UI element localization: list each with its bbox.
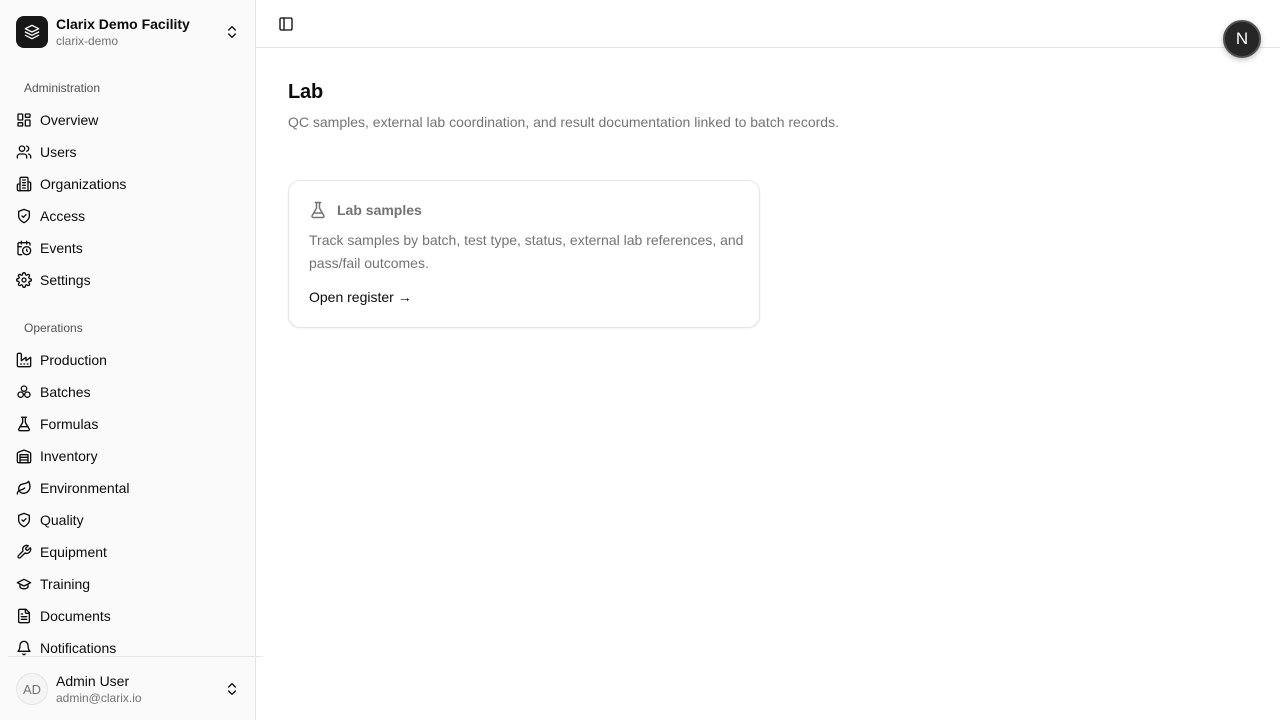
sidebar-item-notifications[interactable]: Notifications: [8, 632, 248, 656]
sidebar-item-label: Documents: [40, 608, 111, 624]
sidebar-item-batches[interactable]: Batches: [8, 376, 248, 408]
sidebar-item-production[interactable]: Production: [8, 344, 248, 376]
sidebar-item-label: Equipment: [40, 544, 107, 560]
boxes-icon: [16, 384, 32, 400]
sidebar-nav: Administration Overview Users Organizati…: [0, 64, 256, 656]
topbar: [256, 0, 1280, 48]
card-description: Track samples by batch, test type, statu…: [309, 232, 744, 271]
sidebar-toggle-button[interactable]: [274, 12, 298, 36]
layout-grid-icon: [16, 112, 32, 128]
group-label: Operations: [24, 321, 83, 335]
user-email: admin@clarix.io: [56, 690, 142, 705]
flask-icon: [309, 201, 327, 219]
file-text-icon: [16, 608, 32, 624]
org-name: Clarix Demo Facility: [56, 15, 190, 32]
page-title: Lab: [288, 81, 323, 103]
sidebar-item-label: Batches: [40, 384, 91, 400]
flask-icon: [16, 416, 32, 432]
sidebar-item-training[interactable]: Training: [8, 568, 248, 600]
factory-icon: [16, 352, 32, 368]
sidebar-item-label: Organizations: [40, 176, 127, 192]
user-menu-button[interactable]: AD Admin User admin@clarix.io: [8, 665, 248, 713]
sidebar-item-label: Environmental: [40, 480, 130, 496]
sidebar-item-label: Formulas: [40, 416, 99, 432]
panel-left-icon: [278, 16, 294, 32]
sidebar-item-settings[interactable]: Settings: [8, 264, 248, 296]
sidebar-item-formulas[interactable]: Formulas: [8, 408, 248, 440]
sidebar-item-label: Access: [40, 208, 86, 224]
sidebar-item-label: Users: [40, 144, 77, 160]
sidebar-item-label: Notifications: [40, 640, 117, 656]
main-content: N Lab QC samples, external lab coordinat…: [256, 0, 1280, 720]
shield-check-icon: [16, 512, 32, 528]
avatar: AD: [16, 673, 48, 705]
building-icon: [16, 176, 32, 192]
sidebar-item-label: Training: [40, 576, 91, 592]
leaf-icon: [16, 480, 32, 496]
nav-group-operations: Operations Production Batches Formulas I…: [0, 304, 256, 656]
sidebar-item-organizations[interactable]: Organizations: [8, 168, 248, 200]
sidebar-item-label: Events: [40, 240, 83, 256]
sidebar-item-label: Quality: [40, 512, 84, 528]
sidebar-item-overview[interactable]: Overview: [8, 104, 248, 136]
sidebar-item-equipment[interactable]: Equipment: [8, 536, 248, 568]
shield-check-icon: [16, 208, 32, 224]
sidebar-item-events[interactable]: Events: [8, 232, 248, 264]
sidebar-item-label: Overview: [40, 112, 99, 128]
user-name: Admin User: [56, 672, 130, 689]
floating-avatar-button[interactable]: N: [1223, 20, 1261, 58]
sidebar-item-inventory[interactable]: Inventory: [8, 440, 248, 472]
org-switcher[interactable]: Clarix Demo Facility clarix-demo: [8, 8, 248, 56]
sidebar-item-label: Settings: [40, 272, 91, 288]
sidebar: Clarix Demo Facility clarix-demo Adminis…: [0, 0, 263, 720]
warehouse-icon: [16, 448, 32, 464]
card-title: Lab samples: [337, 202, 422, 218]
open-register-link[interactable]: Open register →: [309, 289, 412, 305]
layers-icon: [16, 16, 48, 48]
sidebar-item-label: Inventory: [40, 448, 98, 464]
group-label: Administration: [24, 81, 101, 95]
chevrons-up-down-icon: [224, 681, 240, 697]
sidebar-item-access[interactable]: Access: [8, 200, 248, 232]
org-slug: clarix-demo: [56, 33, 119, 48]
graduation-cap-icon: [16, 576, 32, 592]
user-footer: AD Admin User admin@clarix.io: [8, 656, 263, 720]
gear-icon: [16, 272, 32, 288]
nav-group-administration: Administration Overview Users Organizati…: [0, 64, 256, 296]
sidebar-item-users[interactable]: Users: [8, 136, 248, 168]
calendar-clock-icon: [16, 240, 32, 256]
sidebar-item-quality[interactable]: Quality: [8, 504, 248, 536]
sidebar-item-label: Production: [40, 352, 107, 368]
chevrons-up-down-icon: [224, 24, 240, 40]
wrench-icon: [16, 544, 32, 560]
page-description: QC samples, external lab coordination, a…: [288, 114, 839, 130]
sidebar-item-documents[interactable]: Documents: [8, 600, 248, 632]
sidebar-item-environmental[interactable]: Environmental: [8, 472, 248, 504]
users-icon: [16, 144, 32, 160]
lab-samples-card[interactable]: Lab samples Track samples by batch, test…: [288, 180, 760, 328]
bell-icon: [16, 640, 32, 656]
